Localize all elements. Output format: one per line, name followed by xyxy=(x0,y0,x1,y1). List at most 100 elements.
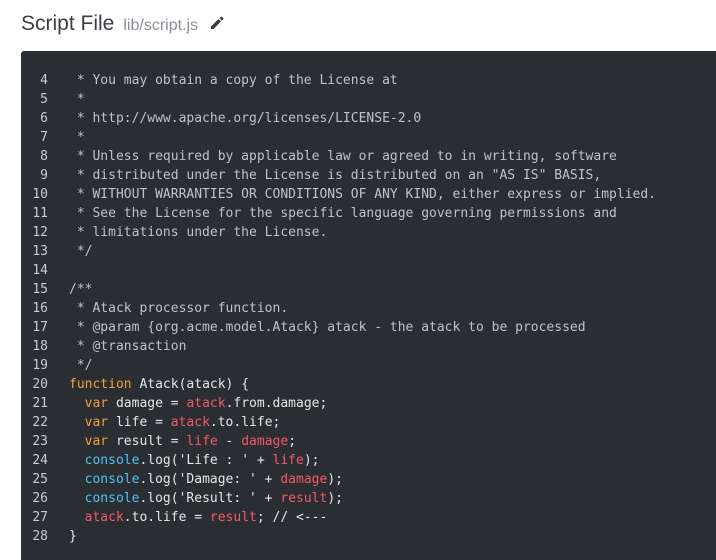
line-number: 19 xyxy=(32,358,48,373)
code-token: .to.life; xyxy=(209,415,281,430)
code-token: console xyxy=(84,472,140,487)
line-number: 9 xyxy=(40,168,48,183)
code-line[interactable]: 24 console.log('Life : ' + life); xyxy=(21,451,716,470)
line-source: * xyxy=(69,90,85,109)
code-line[interactable]: 20 function Atack(atack) { xyxy=(21,375,716,394)
code-token: function xyxy=(69,377,132,392)
line-source: var result = life - damage; xyxy=(69,432,296,451)
code-line[interactable]: 19 */ xyxy=(21,356,716,375)
code-line[interactable]: 22 var life = atack.to.life; xyxy=(21,413,716,432)
line-source: * http://www.apache.org/licenses/LICENSE… xyxy=(69,109,421,128)
line-number: 25 xyxy=(32,472,48,487)
line-number: 26 xyxy=(32,491,48,506)
code-line[interactable]: 28} xyxy=(21,527,716,546)
code-line[interactable]: 17 * @param {org.acme.model.Atack} atack… xyxy=(21,318,716,337)
line-number: 16 xyxy=(32,301,48,316)
code-line-partial xyxy=(21,52,716,58)
line-source: * Unless required by applicable law or a… xyxy=(69,147,617,166)
line-number: 22 xyxy=(32,415,48,430)
code-line[interactable]: 21 var damage = atack.from.damage; xyxy=(21,394,716,413)
code-token: * You may obtain a copy of the License a… xyxy=(69,73,398,88)
code-line[interactable]: 9 * distributed under the License is dis… xyxy=(21,166,716,185)
code-token: * Unless required by applicable law or a… xyxy=(69,149,617,164)
code-token: * xyxy=(69,92,85,107)
code-line[interactable]: 23 var result = life - damage; xyxy=(21,432,716,451)
code-line[interactable]: 26 console.log('Result: ' + result); xyxy=(21,489,716,508)
code-line[interactable]: 16 * Atack processor function. xyxy=(21,299,716,318)
line-source: * distributed under the License is distr… xyxy=(69,166,601,185)
code-token: var xyxy=(84,415,109,430)
line-number: 20 xyxy=(32,377,48,392)
code-token: /** xyxy=(69,282,93,297)
code-token: * WITHOUT WARRANTIES OR CONDITIONS OF AN… xyxy=(69,187,656,202)
line-number: 23 xyxy=(32,434,48,449)
code-token: atack xyxy=(84,510,124,525)
code-line[interactable]: 13 */ xyxy=(21,242,716,261)
code-token: console xyxy=(84,453,140,468)
code-token: .log('Damage: ' + xyxy=(139,472,281,487)
code-token: * Atack processor function. xyxy=(69,301,289,316)
line-number: 17 xyxy=(32,320,48,335)
code-line[interactable]: 14 xyxy=(21,261,716,280)
code-editor[interactable]: 4 * You may obtain a copy of the License… xyxy=(21,51,716,560)
code-line[interactable]: 5 * xyxy=(21,90,716,109)
code-line[interactable]: 15 /** xyxy=(21,280,716,299)
code-token: console xyxy=(84,491,140,506)
code-token: - xyxy=(217,434,242,449)
line-number: 11 xyxy=(32,206,48,221)
code-line[interactable]: 27 atack.to.life = result; // <--- xyxy=(21,508,716,527)
code-token: } xyxy=(69,529,77,544)
line-number: 15 xyxy=(32,282,48,297)
line-source: * limitations under the License. xyxy=(69,223,327,242)
code-token: * @param {org.acme.model.Atack} atack - … xyxy=(69,320,586,335)
pencil-icon[interactable] xyxy=(209,15,225,31)
line-source: var life = atack.to.life; xyxy=(69,413,281,432)
line-number: 8 xyxy=(40,149,48,164)
line-source: console.log('Damage: ' + damage); xyxy=(69,470,343,489)
line-source: var damage = atack.from.damage; xyxy=(69,394,328,413)
code-token: ); xyxy=(327,491,343,506)
code-token: atack xyxy=(170,415,210,430)
code-token: ); xyxy=(327,472,343,487)
code-token: var xyxy=(84,396,109,411)
code-token: damage = xyxy=(108,396,187,411)
line-number: 6 xyxy=(40,111,48,126)
code-line[interactable]: 8 * Unless required by applicable law or… xyxy=(21,147,716,166)
code-line[interactable]: 18 * @transaction xyxy=(21,337,716,356)
line-source: * @transaction xyxy=(69,337,187,356)
code-token: .from.damage; xyxy=(225,396,328,411)
line-source: * You may obtain a copy of the License a… xyxy=(69,71,398,90)
code-line[interactable]: 4 * You may obtain a copy of the License… xyxy=(21,71,716,90)
code-token: var xyxy=(84,434,109,449)
code-line[interactable]: 11 * See the License for the specific la… xyxy=(21,204,716,223)
code-token: atack xyxy=(186,396,226,411)
line-number: 12 xyxy=(32,225,48,240)
line-source: console.log('Result: ' + result); xyxy=(69,489,343,508)
line-number: 13 xyxy=(32,244,48,259)
code-token: * See the License for the specific langu… xyxy=(69,206,617,221)
code-token: * limitations under the License. xyxy=(69,225,328,240)
code-token: * @transaction xyxy=(69,339,187,354)
line-source: * Atack processor function. xyxy=(69,299,288,318)
code-token: */ xyxy=(69,358,93,373)
line-source: * @param {org.acme.model.Atack} atack - … xyxy=(69,318,586,337)
line-source: console.log('Life : ' + life); xyxy=(69,451,320,470)
line-source: /** xyxy=(69,280,92,299)
code-token: .log('Life : ' + xyxy=(139,453,273,468)
code-line[interactable]: 6 * http://www.apache.org/licenses/LICEN… xyxy=(21,109,716,128)
line-number: 5 xyxy=(40,92,48,107)
code-line[interactable]: 25 console.log('Damage: ' + damage); xyxy=(21,470,716,489)
code-line[interactable]: 12 * limitations under the License. xyxy=(21,223,716,242)
code-line[interactable]: 7 * xyxy=(21,128,716,147)
code-token: .to.life = xyxy=(123,510,210,525)
code-line[interactable]: 10 * WITHOUT WARRANTIES OR CONDITIONS OF… xyxy=(21,185,716,204)
line-source: */ xyxy=(69,242,93,261)
code-token: ; // <--- xyxy=(256,510,328,525)
line-source: * WITHOUT WARRANTIES OR CONDITIONS OF AN… xyxy=(69,185,656,204)
code-token: */ xyxy=(69,244,93,259)
line-source: } xyxy=(69,527,77,546)
